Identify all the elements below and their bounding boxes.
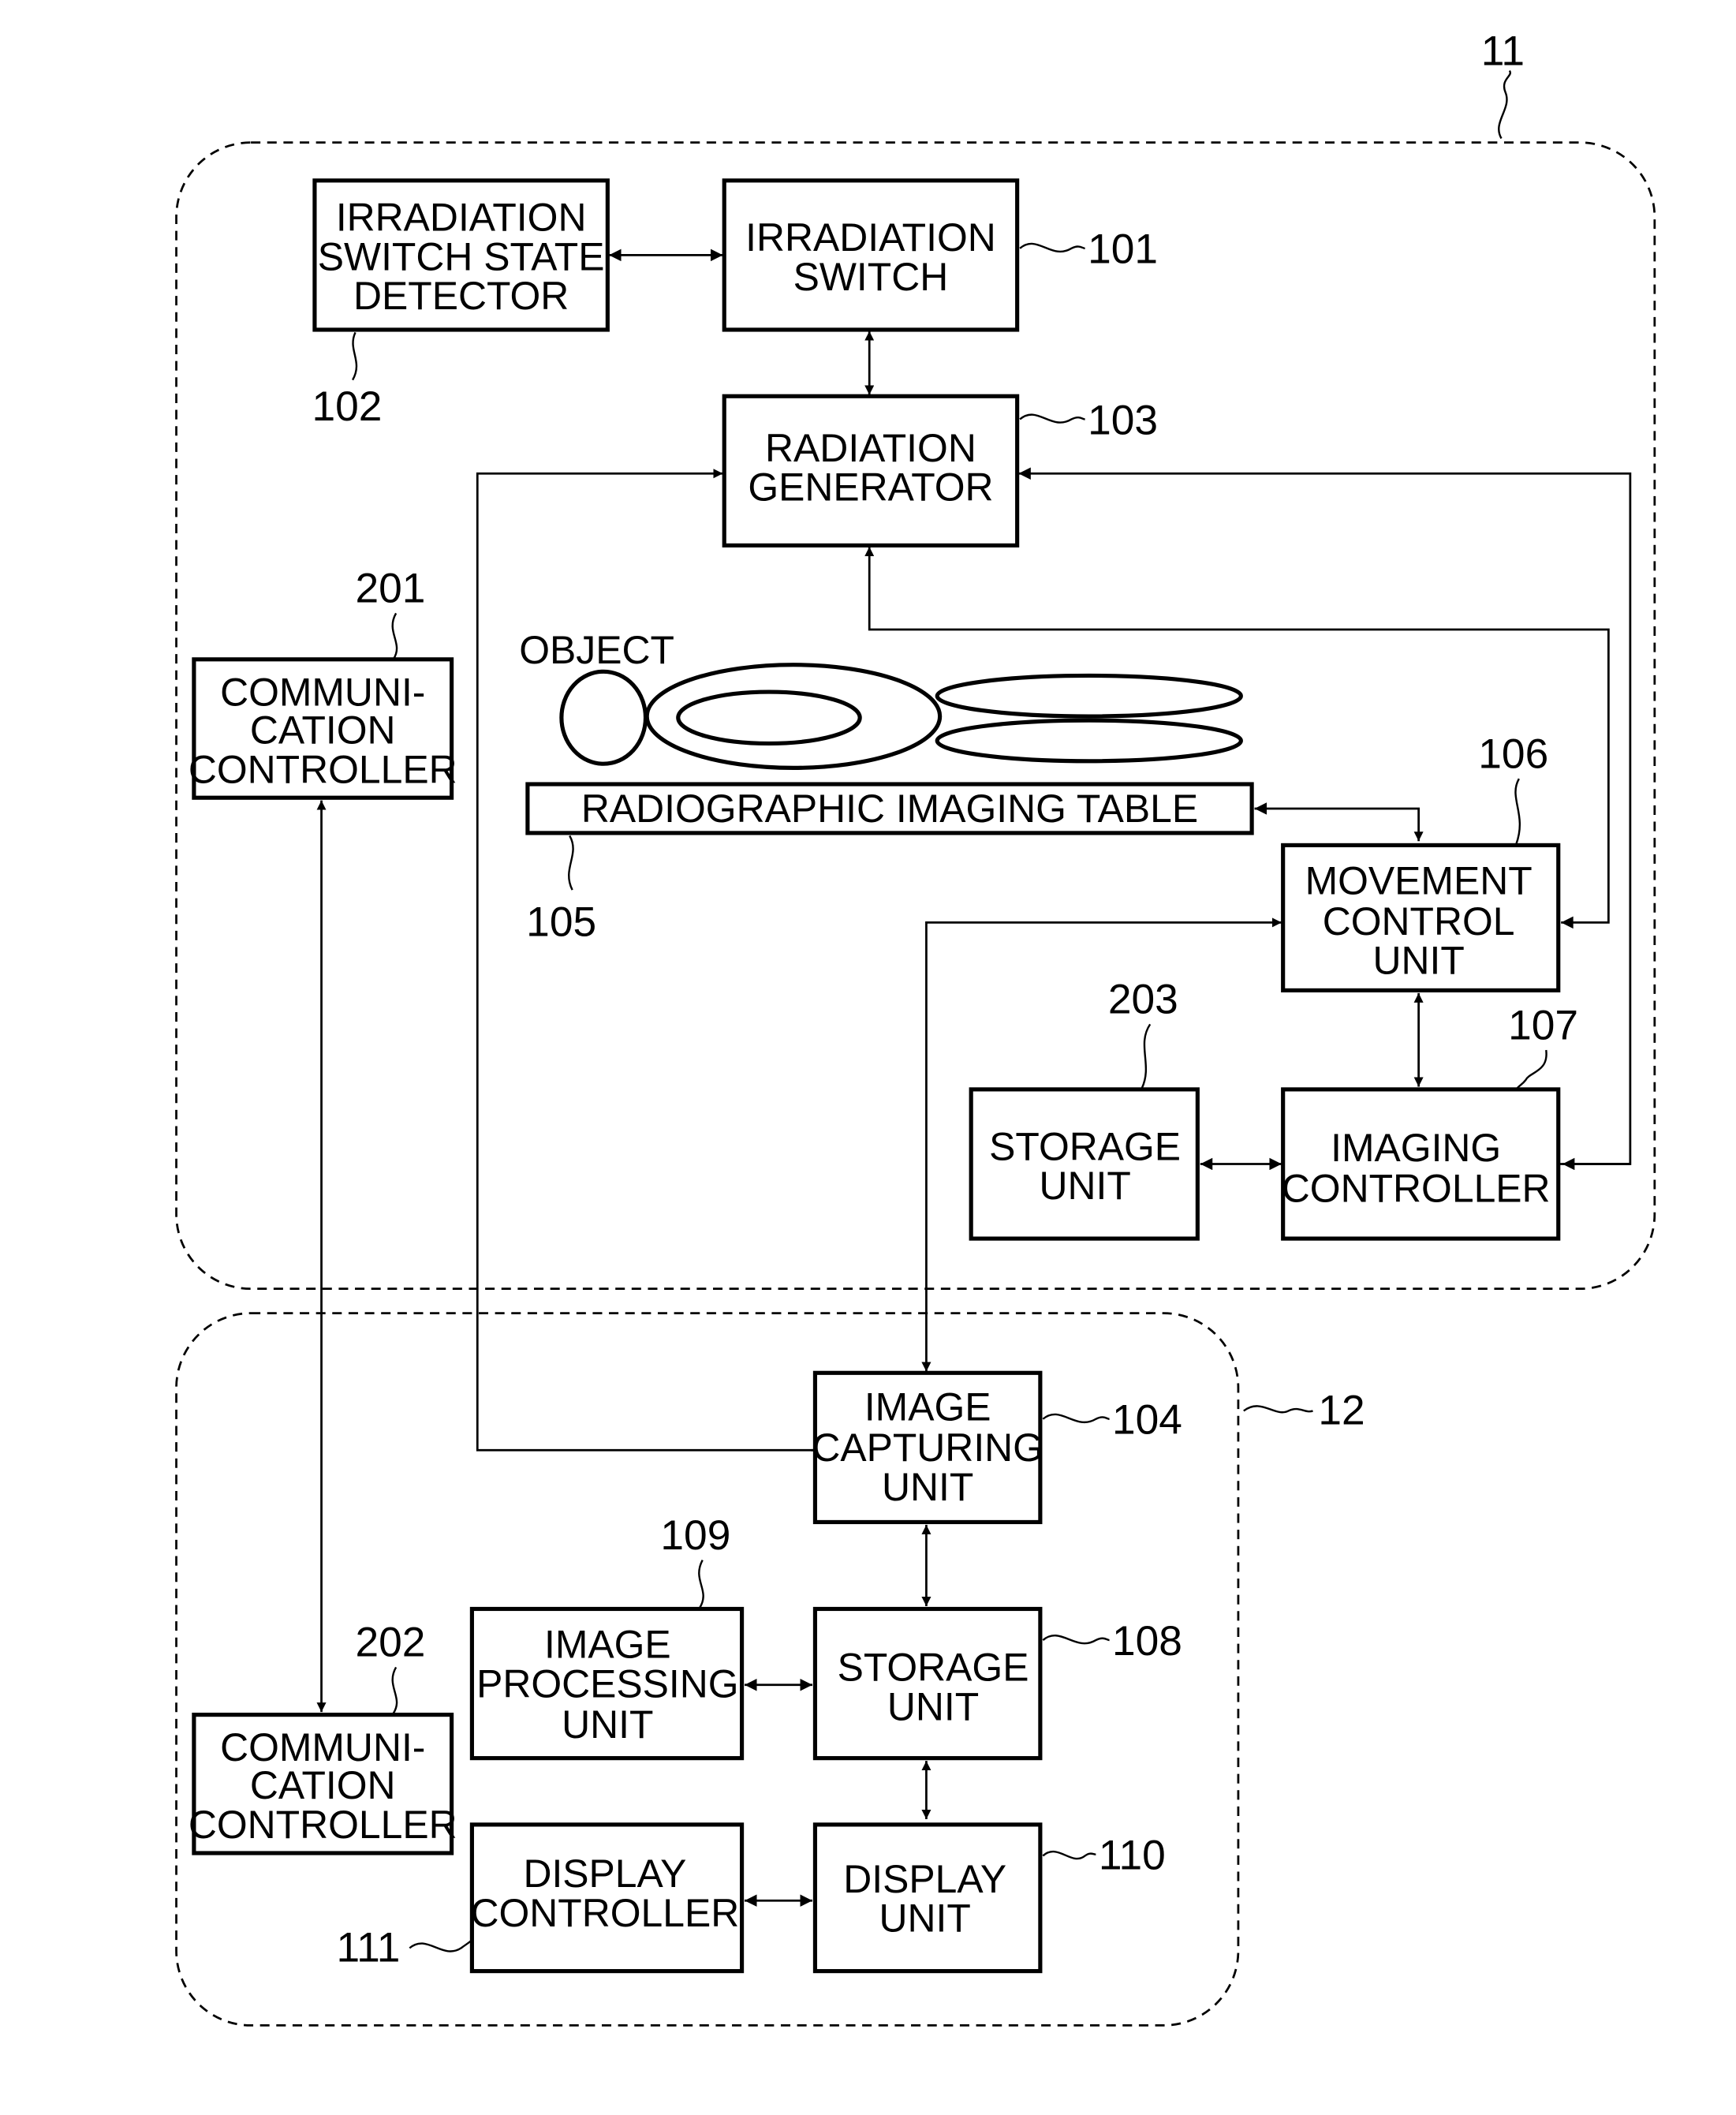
block-label: MOVEMENT bbox=[1305, 858, 1533, 902]
ref-101: 101 bbox=[1088, 226, 1158, 273]
ref-104: 104 bbox=[1112, 1397, 1182, 1444]
block-storage-unit-108: STORAGE UNIT bbox=[812, 1606, 1043, 1761]
ref-leader-202 bbox=[391, 1666, 398, 1714]
block-label: PROCESSING bbox=[476, 1661, 738, 1706]
object-head bbox=[559, 669, 648, 766]
ref-leader-107 bbox=[1515, 1049, 1547, 1090]
block-label: CATION bbox=[250, 1763, 396, 1807]
block-irradiation-switch: IRRADIATION SWITCH bbox=[722, 178, 1020, 332]
block-image-processing-unit: IMAGE PROCESSING UNIT bbox=[469, 1606, 745, 1761]
block-image-capturing-unit: IMAGE CAPTURING UNIT bbox=[812, 1370, 1043, 1525]
block-label: IMAGE bbox=[544, 1622, 671, 1666]
block-label: RADIATION bbox=[765, 426, 976, 470]
block-display-controller: DISPLAY CONTROLLER bbox=[469, 1822, 745, 1974]
block-label: UNIT bbox=[1039, 1164, 1130, 1208]
object-leg-upper bbox=[935, 673, 1243, 719]
ref-leader-109 bbox=[698, 1560, 704, 1609]
group-12-ref: 12 bbox=[1318, 1388, 1365, 1434]
block-label: IMAGE bbox=[864, 1384, 991, 1429]
ref-leader-110 bbox=[1042, 1850, 1096, 1860]
block-label: DETECTOR bbox=[353, 274, 569, 318]
ref-110: 110 bbox=[1099, 1833, 1166, 1879]
ref-106: 106 bbox=[1478, 731, 1548, 777]
block-label: GENERATOR bbox=[748, 465, 993, 510]
block-label: CONTROLLER bbox=[189, 747, 457, 791]
block-label: UNIT bbox=[879, 1896, 971, 1941]
block-label: STORAGE bbox=[838, 1646, 1029, 1690]
block-label: UNIT bbox=[882, 1465, 973, 1509]
block-diagram: 11 12 IRRADIATION SWITCH STATE DETECTOR … bbox=[175, 28, 1656, 2027]
ref-109: 109 bbox=[660, 1512, 730, 1559]
block-label: UNIT bbox=[562, 1702, 653, 1747]
ref-leader-104 bbox=[1042, 1413, 1110, 1424]
ref-leader-201 bbox=[391, 612, 398, 660]
ref-leader-111 bbox=[409, 1939, 473, 1952]
ref-leader-105 bbox=[568, 835, 574, 891]
ref-203: 203 bbox=[1108, 977, 1178, 1023]
object-leg-lower bbox=[935, 718, 1243, 764]
ref-201: 201 bbox=[356, 566, 426, 612]
block-radiographic-imaging-table: RADIOGRAPHIC IMAGING TABLE bbox=[525, 782, 1254, 835]
arrow-104-103 bbox=[476, 469, 814, 1452]
arrow-105-106 bbox=[1254, 802, 1424, 842]
block-label: CONTROLLER bbox=[471, 1891, 740, 1935]
block-label: SWITCH STATE bbox=[318, 234, 605, 278]
block-radiation-generator: RADIATION GENERATOR bbox=[722, 394, 1020, 547]
block-label: DISPLAY bbox=[523, 1852, 686, 1896]
object-torso-inner bbox=[676, 689, 862, 746]
block-label: SWITCH bbox=[793, 255, 949, 299]
ref-107: 107 bbox=[1508, 1002, 1578, 1048]
ref-103: 103 bbox=[1088, 397, 1158, 443]
object-label: OBJECT bbox=[519, 628, 674, 672]
ref-108: 108 bbox=[1112, 1618, 1182, 1665]
ref-leader-203 bbox=[1141, 1023, 1152, 1089]
block-communication-controller-201: COMMUNI- CATION CONTROLLER bbox=[189, 657, 457, 800]
group-11-leader bbox=[1498, 69, 1511, 140]
block-label: CONTROL bbox=[1323, 899, 1515, 944]
block-label: RADIOGRAPHIC IMAGING TABLE bbox=[581, 787, 1198, 831]
ref-leader-108 bbox=[1042, 1635, 1110, 1645]
block-label: IRRADIATION bbox=[336, 195, 587, 239]
block-label: CONTROLLER bbox=[1282, 1167, 1551, 1211]
ref-leader-106 bbox=[1514, 778, 1521, 845]
ref-105: 105 bbox=[526, 899, 596, 946]
group-11-ref: 11 bbox=[1481, 28, 1525, 75]
object-figure bbox=[559, 663, 1243, 770]
group-12-leader bbox=[1243, 1405, 1313, 1414]
ref-leader-101 bbox=[1019, 242, 1085, 253]
block-label: DISPLAY bbox=[843, 1857, 1006, 1901]
block-label: UNIT bbox=[1372, 939, 1464, 983]
block-imaging-controller: IMAGING CONTROLLER bbox=[1281, 1087, 1561, 1241]
block-communication-controller-202: COMMUNI- CATION CONTROLLER bbox=[189, 1713, 457, 1855]
block-display-unit: DISPLAY UNIT bbox=[812, 1822, 1043, 1974]
ref-102: 102 bbox=[312, 383, 382, 430]
block-label: CAPTURING bbox=[812, 1426, 1043, 1470]
block-storage-unit-203: STORAGE UNIT bbox=[969, 1087, 1200, 1241]
block-label: UNIT bbox=[887, 1684, 979, 1728]
ref-111: 111 bbox=[336, 1925, 400, 1971]
block-label: CONTROLLER bbox=[189, 1803, 457, 1847]
block-label: IMAGING bbox=[1331, 1126, 1501, 1170]
ref-leader-102 bbox=[352, 331, 358, 381]
block-label: IRRADIATION bbox=[745, 215, 996, 260]
block-label: STORAGE bbox=[989, 1124, 1181, 1168]
block-irradiation-switch-state-detector: IRRADIATION SWITCH STATE DETECTOR bbox=[312, 178, 610, 332]
ref-202: 202 bbox=[356, 1620, 426, 1666]
block-label: CATION bbox=[250, 708, 396, 752]
block-movement-control-unit: MOVEMENT CONTROL UNIT bbox=[1281, 843, 1561, 992]
ref-leader-103 bbox=[1019, 413, 1085, 424]
